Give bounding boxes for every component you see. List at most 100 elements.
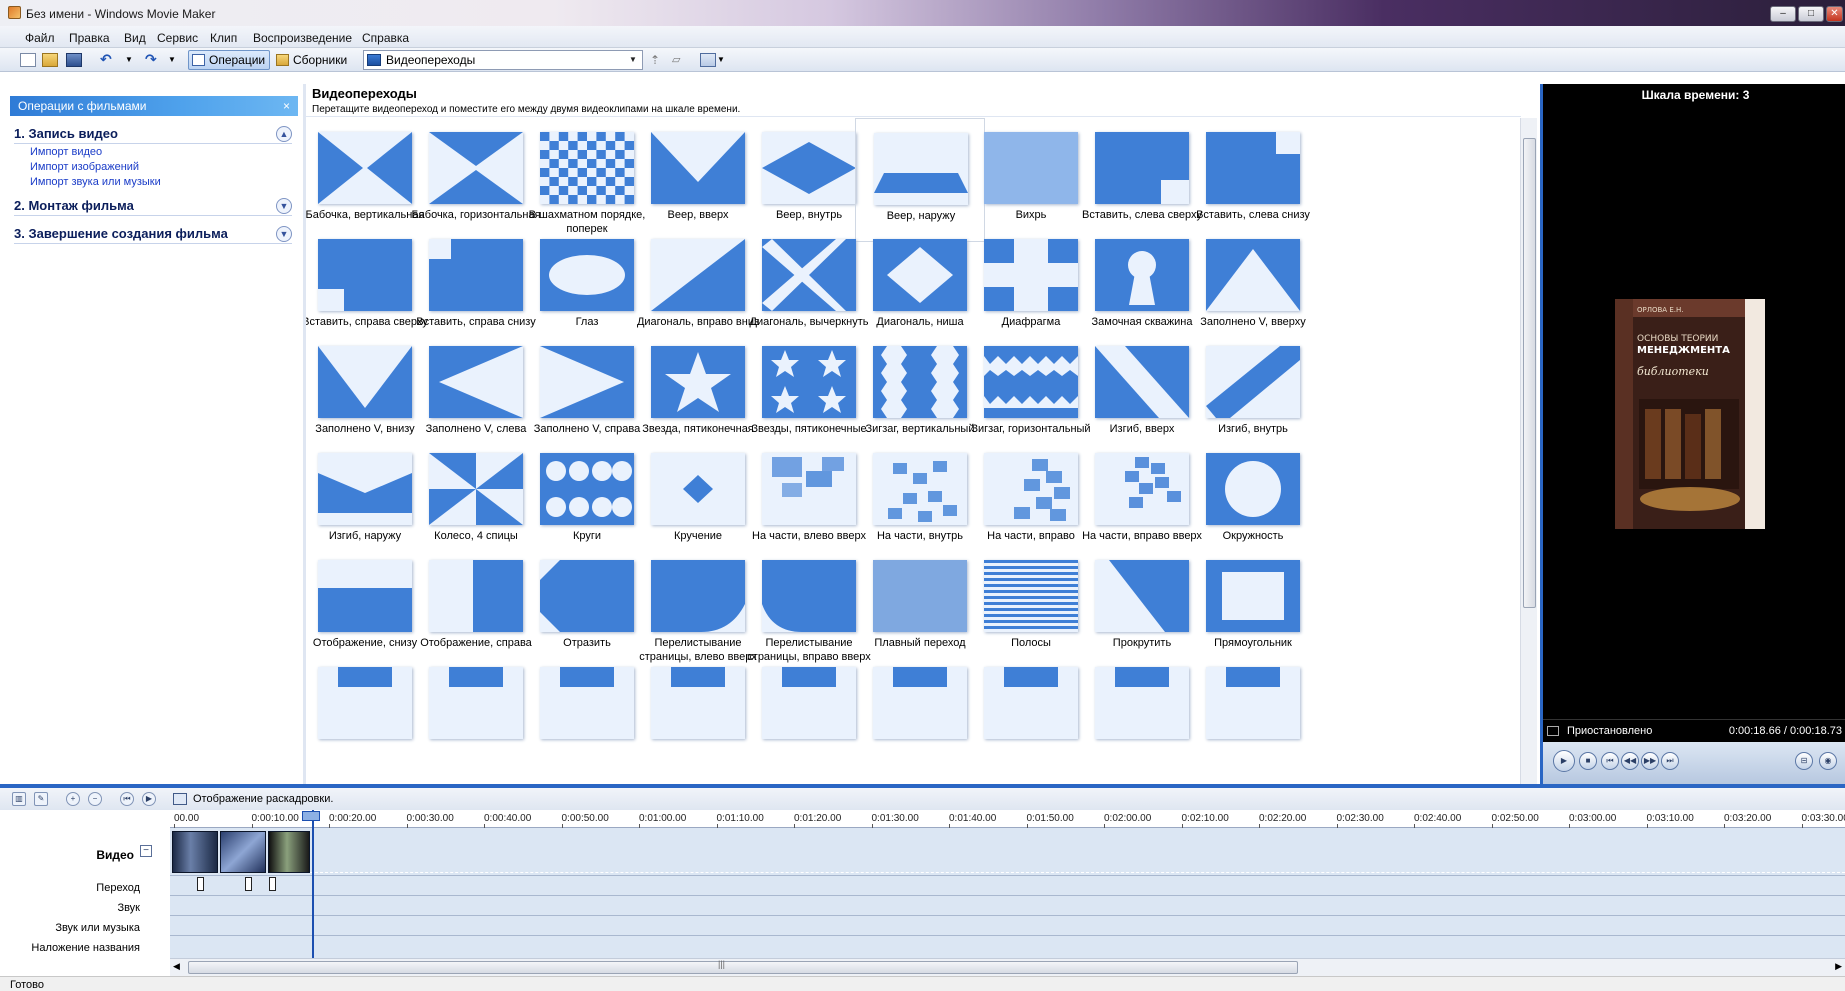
- chevron-down-icon[interactable]: ▼: [626, 52, 640, 68]
- scroll-left-icon[interactable]: ◀: [173, 961, 180, 972]
- menu-edit[interactable]: Правка: [69, 31, 110, 45]
- section-edit-movie[interactable]: 2. Монтаж фильма ▼: [14, 198, 292, 216]
- redo-icon[interactable]: ↷: [145, 52, 161, 67]
- narrate-timeline-icon[interactable]: ✎: [34, 792, 48, 806]
- rewind-timeline-icon[interactable]: ⏮: [120, 792, 134, 806]
- play-timeline-icon[interactable]: ▶: [142, 792, 156, 806]
- video-clip[interactable]: [268, 831, 310, 873]
- menu-playback[interactable]: Воспроизведение: [253, 31, 352, 45]
- transition-tile[interactable]: Вставить, слева снизу: [1188, 118, 1318, 242]
- chevron-down-icon[interactable]: ▼: [276, 198, 292, 214]
- link-import-audio[interactable]: Импорт звука или музыки: [30, 176, 161, 188]
- video-track[interactable]: [170, 828, 1845, 876]
- preview-monitor: Шкала времени: 3 ОРЛОВА Е.Н. ОСНОВЫ ТЕОР…: [1540, 84, 1845, 784]
- collections-dropdown[interactable]: Видеопереходы ▼: [363, 50, 643, 70]
- views-dropdown-icon[interactable]: ▼: [717, 53, 733, 67]
- chevron-up-icon[interactable]: ▲: [276, 126, 292, 142]
- playback-controls: ▶ ■ ⏮ ◀◀ ▶▶ ⏭ ⊟ ◉: [1543, 742, 1845, 784]
- playhead-handle[interactable]: [302, 811, 320, 821]
- link-import-video[interactable]: Импорт видео: [30, 146, 102, 158]
- zoom-in-icon[interactable]: +: [66, 792, 80, 806]
- diag-x-transition-icon: [762, 239, 856, 311]
- save-project-icon[interactable]: [66, 53, 82, 67]
- transition-track[interactable]: [170, 876, 1845, 896]
- maximize-button[interactable]: □: [1798, 6, 1824, 22]
- ruler-tick-label: 0:01:20.00: [794, 813, 842, 829]
- scroll-right-icon[interactable]: ▶: [1835, 961, 1842, 972]
- storyboard-icon[interactable]: [173, 793, 187, 805]
- fan-out-transition-icon: [874, 133, 968, 205]
- up-level-icon[interactable]: ⇡: [650, 53, 666, 67]
- playhead[interactable]: [312, 810, 314, 978]
- movie-maker-app-icon[interactable]: [8, 6, 21, 19]
- transition-label: Окружность: [1222, 530, 1284, 542]
- reveal-right-transition-icon: [429, 560, 523, 632]
- zoom-out-icon[interactable]: −: [88, 792, 102, 806]
- new-collection-folder-icon[interactable]: ▱: [672, 53, 688, 67]
- timeline-horizontal-scrollbar[interactable]: ◀ ||| ▶: [170, 958, 1845, 976]
- ruler-tick-label: 0:01:00.00: [639, 813, 687, 829]
- section-capture-video[interactable]: 1. Запись видео ▲: [14, 126, 292, 144]
- title-overlay-track-label: Наложение названия: [31, 942, 140, 954]
- undo-icon[interactable]: ↶: [100, 52, 116, 67]
- ruler-tick-label: 0:03:10.00: [1646, 813, 1694, 829]
- transition-tile[interactable]: Окружность: [1188, 439, 1318, 563]
- stars-transition-icon: [762, 346, 856, 418]
- transition-tile[interactable]: Заполнено V, вверху: [1188, 225, 1318, 349]
- previous-frame-icon[interactable]: ⏮: [1601, 752, 1619, 770]
- content-vertical-scrollbar[interactable]: [1520, 118, 1537, 784]
- chevron-down-icon[interactable]: ▼: [276, 226, 292, 242]
- timeline-ruler[interactable]: 00.00 0:00:10.00 0:00:20.00 0:00:30.00 0:00:…: [170, 810, 1845, 829]
- stop-icon[interactable]: ■: [1579, 752, 1597, 770]
- transition-tile[interactable]: Прямоугольник: [1188, 546, 1318, 670]
- undo-dropdown-icon[interactable]: ▼: [125, 53, 141, 67]
- audio-track[interactable]: [170, 896, 1845, 916]
- transition-label: Вставить, слева снизу: [1196, 209, 1310, 221]
- menu-view[interactable]: Вид: [124, 31, 146, 45]
- collections-button[interactable]: Сборники: [272, 50, 352, 70]
- scrollbar-thumb[interactable]: [1523, 138, 1536, 608]
- transition-preview-icon: [1206, 667, 1300, 739]
- ruler-tick-label: 0:03:20.00: [1724, 813, 1772, 829]
- transition-tile[interactable]: Изгиб, внутрь: [1188, 332, 1318, 456]
- timeline-tracks[interactable]: [170, 828, 1845, 978]
- play-icon[interactable]: ▶: [1553, 750, 1575, 772]
- transition-tile-partial[interactable]: [1188, 653, 1318, 777]
- transition-marker[interactable]: [245, 877, 252, 891]
- close-window-button[interactable]: ✕: [1826, 6, 1843, 22]
- video-clip[interactable]: [220, 831, 266, 873]
- views-icon[interactable]: [700, 53, 716, 67]
- menu-clip[interactable]: Клип: [210, 31, 237, 45]
- shatter-r-transition-icon: [984, 453, 1078, 525]
- redo-dropdown-icon[interactable]: ▼: [168, 53, 184, 67]
- title-bar: Без имени - Windows Movie Maker – □ ✕: [0, 0, 1845, 26]
- take-picture-icon[interactable]: ◉: [1819, 752, 1837, 770]
- v-left-transition-icon: [429, 346, 523, 418]
- show-storyboard-toggle[interactable]: Отображение раскадровки.: [193, 793, 333, 805]
- collapse-video-track-icon[interactable]: −: [140, 845, 152, 857]
- link-import-pictures[interactable]: Импорт изображений: [30, 161, 139, 173]
- menu-file[interactable]: Файл: [25, 31, 55, 45]
- section-finish-movie[interactable]: 3. Завершение создания фильма ▼: [14, 226, 292, 244]
- split-clip-icon[interactable]: ⊟: [1795, 752, 1813, 770]
- set-audio-levels-icon[interactable]: ▥: [12, 792, 26, 806]
- fast-forward-icon[interactable]: ▶▶: [1641, 752, 1659, 770]
- music-track[interactable]: [170, 916, 1845, 936]
- menu-tools[interactable]: Сервис: [157, 31, 198, 45]
- title-overlay-track[interactable]: [170, 936, 1845, 958]
- new-project-icon[interactable]: [20, 53, 36, 67]
- transition-marker[interactable]: [269, 877, 276, 891]
- transition-track-label: Переход: [96, 882, 140, 894]
- open-project-icon[interactable]: [42, 53, 58, 67]
- close-tasks-pane-button[interactable]: ×: [283, 96, 290, 116]
- circles-transition-icon: [540, 453, 634, 525]
- menu-help[interactable]: Справка: [362, 31, 409, 45]
- video-clip[interactable]: [172, 831, 218, 873]
- rewind-icon[interactable]: ◀◀: [1621, 752, 1639, 770]
- next-frame-icon[interactable]: ⏭: [1661, 752, 1679, 770]
- minimize-button[interactable]: –: [1770, 6, 1796, 22]
- transition-marker[interactable]: [197, 877, 204, 891]
- scrollbar-thumb[interactable]: [188, 961, 1298, 974]
- ruler-tick-label: 0:00:20.00: [329, 813, 377, 829]
- operations-button[interactable]: Операции: [188, 50, 270, 70]
